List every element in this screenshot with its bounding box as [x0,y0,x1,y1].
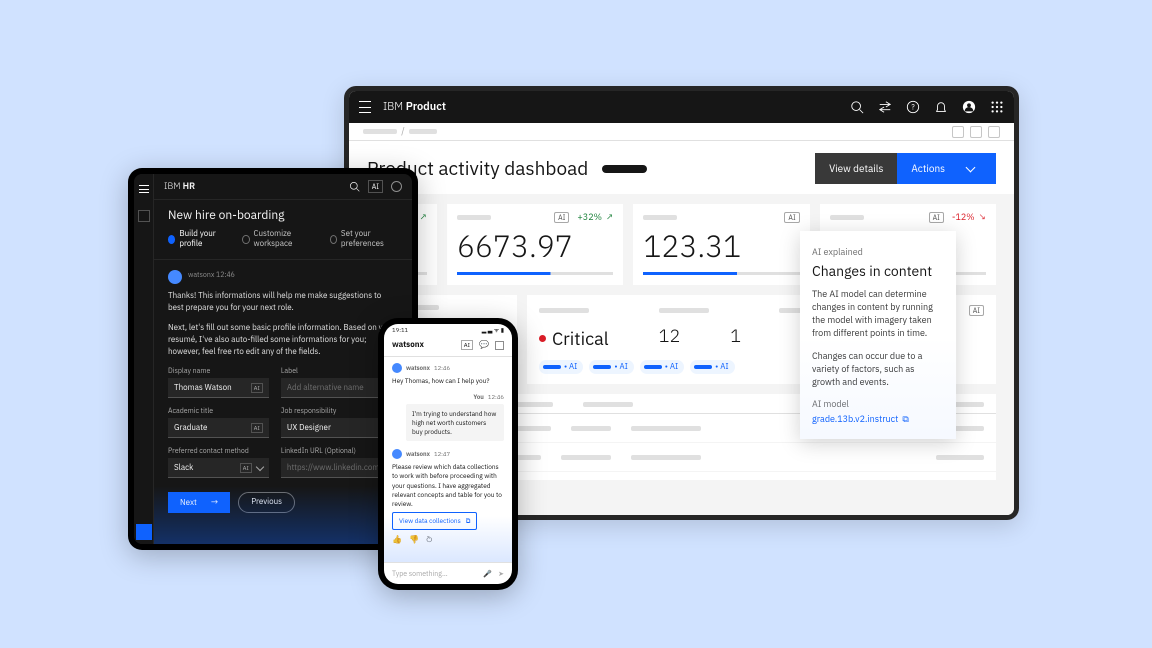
progress-steps: Build your profile Customize workspace S… [154,229,412,260]
regenerate-icon[interactable]: ↻ [426,535,433,545]
search-icon[interactable] [850,100,864,114]
bot-avatar-icon [392,449,402,459]
tool-icon[interactable] [988,126,1000,138]
ai-chip[interactable]: • AI [640,360,684,374]
bot-message: Next, let's fill out some basic profile … [168,322,398,358]
switcher-icon[interactable] [878,100,892,114]
display-name-field[interactable]: Display name Thomas WatsonAI [168,366,269,398]
kpi-card[interactable]: AI+32%↗ 6673.97 [447,204,623,285]
chat-input[interactable]: Type something... 🎤 ➤ [384,562,512,584]
popover-model-label: AI model [812,399,944,410]
chevron-down-icon [256,462,264,470]
popover-model-link[interactable]: grade.13b.v2.instruct⧉ [812,414,944,425]
page-title: New hire on-boarding [154,200,412,229]
rail-icon[interactable] [138,210,150,222]
phone-header: watsonx AI 💬 [384,336,512,357]
side-rail [134,174,154,544]
user-avatar-icon[interactable] [391,181,402,192]
step-customize-workspace[interactable]: Customize workspace [242,229,313,249]
step-set-preferences[interactable]: Set your preferences [330,229,398,249]
title-tag [602,165,647,173]
bot-avatar-icon [168,270,182,284]
send-icon[interactable]: ➤ [498,569,504,578]
bot-message: watsonx12:47 Please review which data co… [392,449,504,544]
ai-badge: AI [240,463,252,473]
ai-badge: AI [554,212,569,223]
user-avatar-icon[interactable] [962,100,976,114]
popover-body: Changes can occur due to a variety of fa… [812,350,944,389]
tablet-frame: IBM HR AI New hire on-boarding Build you… [128,168,418,550]
ai-chip[interactable]: • AI [539,360,583,374]
status-dot-critical [539,335,546,342]
brand: IBM Product [383,100,446,114]
ai-chip[interactable]: • AI [589,360,633,374]
phone-frame: 19:11 ▂ ▃ ᯤ ▮ watsonx AI 💬 watsonx12:46 … [378,318,518,590]
external-link-icon: ⧉ [466,516,471,526]
brand: watsonx [392,340,424,350]
hamburger-icon[interactable] [134,174,153,204]
external-link-icon: ⧉ [902,414,908,425]
rail-accent [136,524,152,540]
help-icon[interactable]: ? [906,100,920,114]
svg-text:?: ? [911,103,915,112]
ai-badge: AI [251,423,263,433]
popover-eyebrow: AI explained [812,247,944,258]
ai-badge: AI [784,212,799,223]
view-data-collections-button[interactable]: View data collections⧉ [392,512,477,530]
view-details-button[interactable]: View details [815,153,897,184]
ai-badge[interactable]: AI [461,340,473,350]
academic-title-field[interactable]: Academic title GraduateAI [168,406,269,438]
brand: IBM HR [164,181,195,192]
tablet-header: IBM HR AI [154,174,412,200]
arrow-down-icon: ↘ [979,212,986,223]
arrow-up-icon: ↗ [606,212,613,223]
user-message: You12:46 I'm trying to understand how hi… [392,393,504,441]
expand-icon[interactable] [495,341,504,350]
notification-icon[interactable] [934,100,948,114]
thumbs-down-icon[interactable]: 👎 [409,535,419,545]
bot-message: watsonx12:46 Hey Thomas, how can I help … [392,363,504,385]
ai-badge: AI [251,383,263,393]
tool-icon[interactable] [970,126,982,138]
step-build-profile[interactable]: Build your profile [168,229,226,249]
ai-chip[interactable]: • AI [690,360,734,374]
popover-title: Changes in content [812,262,944,280]
bot-avatar-icon [392,363,402,373]
search-icon[interactable] [349,181,360,192]
bot-message: Thanks! This informations will help me m… [168,290,398,314]
arrow-up-icon: ↗ [420,212,427,223]
tool-icon[interactable] [952,126,964,138]
ai-badge: AI [969,305,984,316]
signal-wifi-battery-icon: ▂ ▃ ᯤ ▮ [482,326,504,334]
contact-method-field[interactable]: Preferred contact method SlackAI [168,446,269,478]
ai-badge[interactable]: AI [368,180,383,193]
dashboard-header: IBM Product ? [349,91,1014,123]
thumbs-up-icon[interactable]: 👍 [392,535,402,545]
app-grid-icon[interactable] [990,100,1004,114]
chat-icon[interactable]: 💬 [479,340,489,350]
kpi-card[interactable]: AI 123.31 [633,204,809,285]
bot-meta: watsonx 12:46 [188,270,235,279]
breadcrumb: / [349,123,1014,141]
ai-explained-popover: AI explained Changes in content The AI m… [800,231,956,439]
actions-dropdown[interactable]: Actions [897,153,996,184]
popover-body: The AI model can determine changes in co… [812,288,944,340]
microphone-icon[interactable]: 🎤 [483,569,492,578]
ai-badge: AI [929,212,944,223]
next-button[interactable]: Next [168,492,230,513]
hamburger-icon[interactable] [359,101,371,113]
chat-pane: watsonx12:46 Hey Thomas, how can I help … [384,357,512,562]
previous-button[interactable]: Previous [238,492,295,513]
phone-status-bar: 19:11 ▂ ▃ ᯤ ▮ [384,324,512,336]
